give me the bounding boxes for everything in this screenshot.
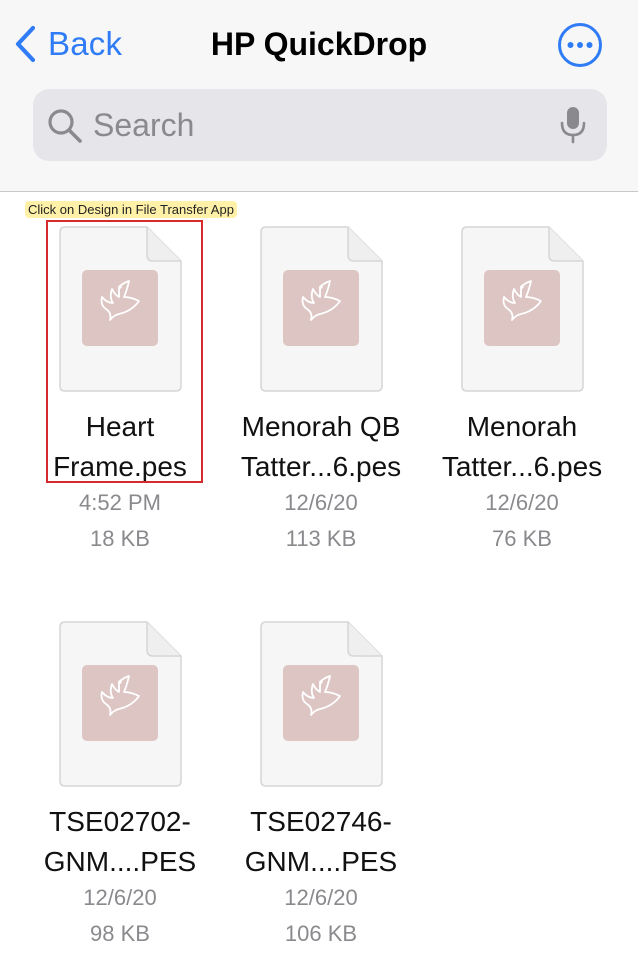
search-bar[interactable]	[33, 89, 607, 161]
file-size: 76 KB	[492, 526, 552, 551]
file-name: Menorah QB Tatter...6.pes	[240, 411, 402, 482]
ellipsis-circle-icon	[558, 23, 602, 67]
file-item[interactable]: Heart Frame.pes 4:52 PM 18 KB	[20, 225, 220, 565]
file-name: Menorah Tatter...6.pes	[441, 411, 603, 482]
chevron-left-icon	[15, 25, 36, 63]
file-item[interactable]: TSE02746- GNM....PES 12/6/20 106 KB	[221, 620, 421, 960]
file-date: 4:52 PM	[79, 490, 161, 515]
file-date: 12/6/20	[485, 490, 559, 515]
file-thumbnail	[260, 226, 383, 392]
search-input[interactable]	[93, 89, 553, 161]
file-date: 12/6/20	[83, 885, 157, 910]
file-size: 98 KB	[90, 921, 150, 946]
file-thumbnail	[59, 621, 182, 787]
navigation-header: Back HP QuickDrop	[0, 0, 638, 192]
file-item[interactable]: TSE02702- GNM....PES 12/6/20 98 KB	[20, 620, 220, 960]
search-icon	[48, 109, 82, 143]
annotation-label: Click on Design in File Transfer App	[25, 201, 237, 218]
file-size: 18 KB	[90, 526, 150, 551]
file-thumbnail	[461, 226, 584, 392]
file-size: 106 KB	[284, 921, 358, 946]
file-date: 12/6/20	[284, 490, 358, 515]
file-thumbnail	[260, 621, 383, 787]
app-window: Back HP QuickDrop Click on Desig	[0, 0, 638, 980]
microphone-icon[interactable]	[558, 106, 588, 144]
file-item[interactable]: Menorah QB Tatter...6.pes 12/6/20 113 KB	[221, 225, 421, 565]
back-label: Back	[48, 25, 123, 62]
file-thumbnail	[59, 226, 182, 392]
back-button[interactable]: Back	[14, 22, 122, 66]
file-date: 12/6/20	[284, 885, 358, 910]
file-size: 113 KB	[285, 526, 357, 551]
file-name: Heart Frame.pes	[53, 411, 187, 482]
file-name: TSE02702- GNM....PES	[43, 806, 197, 877]
file-item[interactable]: Menorah Tatter...6.pes 12/6/20 76 KB	[422, 225, 622, 565]
more-options-button[interactable]	[557, 22, 603, 68]
file-name: TSE02746- GNM....PES	[244, 806, 398, 877]
